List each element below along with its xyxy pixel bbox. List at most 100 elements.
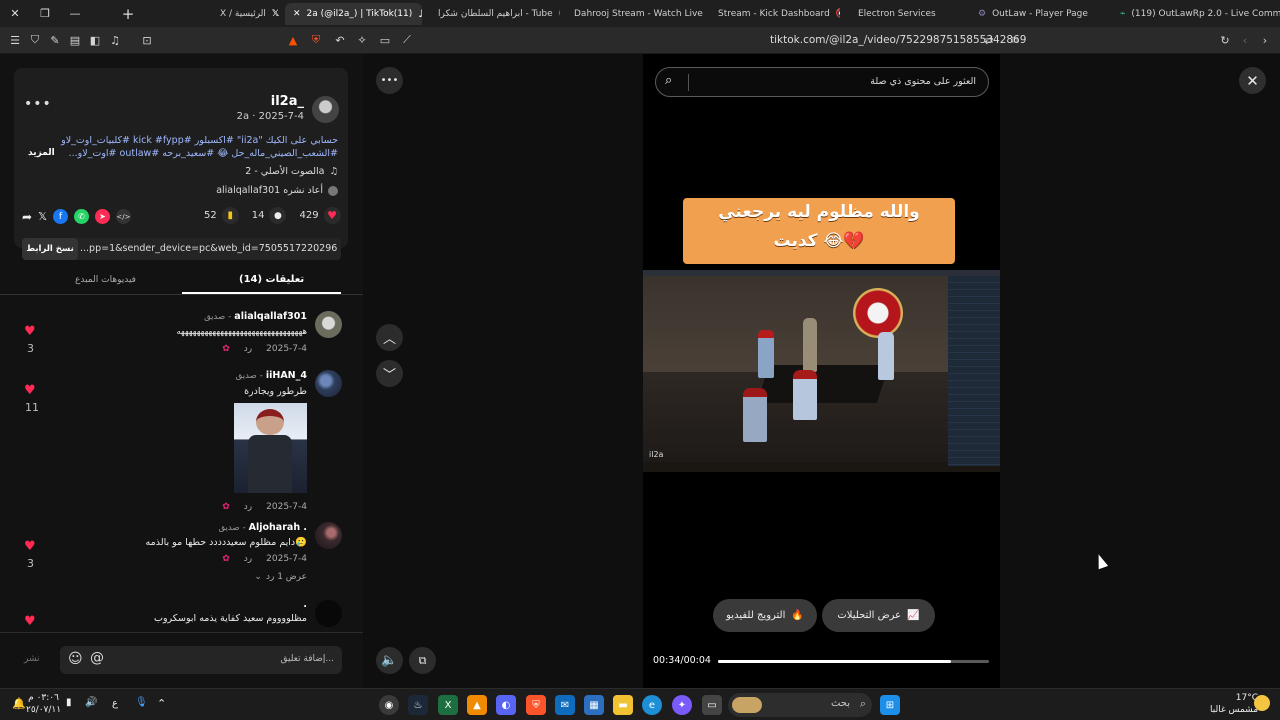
microphone-icon[interactable]: 🎙	[135, 697, 148, 708]
comment-button[interactable]: ●	[269, 207, 287, 224]
brave-icon[interactable]: ⛨	[526, 695, 546, 715]
previous-video-button[interactable]: ︿	[376, 324, 403, 351]
forward-icon[interactable]: ‹	[1235, 30, 1255, 50]
like-button[interactable]: ♥	[323, 207, 341, 224]
screenshot-icon[interactable]: ⊡	[137, 30, 157, 50]
search-input[interactable]: العثور على محتوى ذي صلة	[870, 76, 976, 87]
comment-image[interactable]	[234, 403, 307, 493]
repost-row[interactable]: alialqallaf301 أعاد نشره	[216, 185, 338, 196]
menu-icon[interactable]: ☰	[5, 30, 25, 50]
cast-icon[interactable]: ▭	[375, 30, 395, 50]
volume-button[interactable]: 🔈	[376, 647, 403, 674]
recorder-app-icon[interactable]: ◉	[379, 695, 399, 715]
task-view-icon[interactable]: ▭	[702, 695, 722, 715]
embed-icon[interactable]: </>	[115, 209, 131, 224]
progress-track[interactable]	[718, 660, 989, 663]
comment-like-icon[interactable]: ♥	[24, 614, 36, 629]
comment-input-box[interactable]: ☺ @ إضافة تعليق...	[60, 646, 342, 674]
sound-row[interactable]: الصوت الأصلي - 2a ♫	[245, 166, 338, 177]
view-replies-button[interactable]: ⌄ عرض 1 رد	[254, 572, 307, 582]
new-tab-button[interactable]: +	[113, 0, 143, 27]
back-icon[interactable]: ›	[1255, 30, 1275, 50]
mention-icon[interactable]: @	[90, 650, 104, 666]
tiktok-send-icon[interactable]: ➤	[94, 209, 110, 224]
tab-tiktok[interactable]: ✕ 2a (@il2a_) | TikTok(11) ♪	[285, 3, 422, 25]
commenter-avatar[interactable]	[315, 522, 342, 549]
outlook-icon[interactable]: ✉	[555, 695, 575, 715]
edge-icon[interactable]: e	[642, 695, 662, 715]
brave-rewards-icon[interactable]: ▲	[283, 30, 303, 50]
tab-outlaw-player[interactable]: ⚙ OutLaw - Player Page	[970, 3, 1110, 25]
tab-dahrooj-stream[interactable]: Dahrooj Stream - Watch Live o	[566, 3, 704, 25]
commenter-name[interactable]: .	[303, 599, 307, 610]
start-icon[interactable]: ⊞	[880, 695, 900, 715]
tab-outlawrp-live[interactable]: ⌁ (119) OutLawRp 2.0 - Live Comm	[1112, 3, 1280, 25]
picture-in-picture-button[interactable]: ⧉	[409, 647, 436, 674]
commenter-name[interactable]: Aljoharah .	[249, 522, 307, 533]
see-more-link[interactable]: المزيد	[28, 148, 55, 158]
close-video-button[interactable]: ✕	[1239, 67, 1266, 94]
bookmark-button[interactable]: ▮	[221, 207, 239, 224]
brave-shields-icon[interactable]: ⛨	[306, 30, 326, 50]
more-menu-button[interactable]: •••	[376, 67, 403, 94]
bookmark-icon[interactable]: ⌑	[1005, 30, 1025, 50]
shield-icon[interactable]: ⛉	[25, 30, 45, 50]
commenter-avatar[interactable]	[315, 311, 342, 338]
vlc-icon[interactable]: ▲	[467, 695, 487, 715]
tab-creator-videos[interactable]: فيديوهات المبدع	[75, 275, 136, 285]
search-icon[interactable]: ⌕	[665, 73, 672, 88]
post-comment-button[interactable]: نشر	[24, 654, 40, 664]
tab-comments[interactable]: تعليقات (14)	[239, 274, 304, 285]
sidebar-icon[interactable]: ◧	[85, 30, 105, 50]
extension-icon[interactable]: ⟡	[352, 30, 372, 50]
commenter-name[interactable]: alialqallaf301	[234, 311, 307, 322]
comment-like-icon[interactable]: ♥	[24, 324, 36, 339]
author-username[interactable]: il2a_	[271, 94, 304, 109]
discord-icon[interactable]: ◐	[496, 695, 516, 715]
language-indicator[interactable]: ع	[112, 698, 118, 709]
restore-window-button[interactable]: ❐	[30, 0, 60, 27]
x-share-icon[interactable]: 𝕏	[38, 210, 47, 223]
weather-widget[interactable]: 17°C مشمس غالبا	[1210, 692, 1258, 716]
clock[interactable]: ٠٣:٠٦ م ٢٥/٠٧/١١	[26, 692, 61, 716]
music-icon[interactable]: ♫	[105, 30, 125, 50]
pencil-icon[interactable]: ✎	[45, 30, 65, 50]
wallet-icon[interactable]: ▤	[65, 30, 85, 50]
file-explorer-icon[interactable]: ▬	[613, 695, 633, 715]
more-options-icon[interactable]: •••	[24, 96, 52, 112]
copy-link-button[interactable]: نسخ الرابط	[22, 238, 78, 260]
steam-icon[interactable]: ♨	[408, 695, 428, 715]
store-icon[interactable]: ▦	[584, 695, 604, 715]
share-arrow-icon[interactable]: ➦	[22, 210, 32, 224]
reload-icon[interactable]: ↻	[1215, 30, 1235, 50]
copilot-icon[interactable]: ✦	[672, 695, 692, 715]
commenter-avatar[interactable]	[315, 370, 342, 397]
taskbar-search[interactable]: بحث ⌕	[728, 693, 872, 717]
author-avatar[interactable]	[312, 96, 339, 123]
reply-button[interactable]: رد	[244, 344, 252, 354]
related-search-box[interactable]: ⌕ العثور على محتوى ذي صلة	[655, 67, 989, 97]
comment-input[interactable]: إضافة تعليق...	[280, 654, 334, 664]
notification-icon[interactable]: 🔔	[12, 697, 26, 710]
next-video-button[interactable]: ﹀	[376, 360, 403, 387]
minimize-window-button[interactable]: —	[60, 0, 90, 27]
battery-icon[interactable]: ▮	[66, 697, 72, 708]
excel-icon[interactable]: X	[438, 695, 458, 715]
share-link-field[interactable]: ...pp=1&sender_device=pc&web_id=75055172…	[80, 243, 338, 254]
back-share-icon[interactable]: ↶	[330, 30, 350, 50]
commenter-avatar[interactable]	[315, 600, 342, 627]
emoji-icon[interactable]: ☺	[68, 651, 83, 667]
speaker-icon[interactable]: 🔊	[85, 697, 97, 708]
facebook-icon[interactable]: f	[52, 209, 68, 224]
close-window-button[interactable]: ✕	[0, 0, 30, 27]
commenter-name[interactable]: iiHAN_4	[266, 370, 307, 381]
tab-youtube[interactable]: ابراهيم السلطان شكرا - Tube 🔇	[430, 3, 560, 25]
site-settings-icon[interactable]: ⇄	[979, 30, 999, 50]
tab-x-home[interactable]: X / الرئيسية 𝕏	[212, 3, 284, 25]
comment-like-icon[interactable]: ♥	[24, 383, 36, 398]
tab-kick-dashboard[interactable]: Stream - Kick Dashboard 🔇	[710, 3, 840, 25]
view-analytics-button[interactable]: عرض التحليلات 📈	[822, 599, 935, 632]
wand-icon[interactable]: ⟋	[397, 30, 417, 50]
comment-like-icon[interactable]: ♥	[24, 539, 36, 554]
tab-electron-services[interactable]: Electron Services	[850, 3, 960, 25]
